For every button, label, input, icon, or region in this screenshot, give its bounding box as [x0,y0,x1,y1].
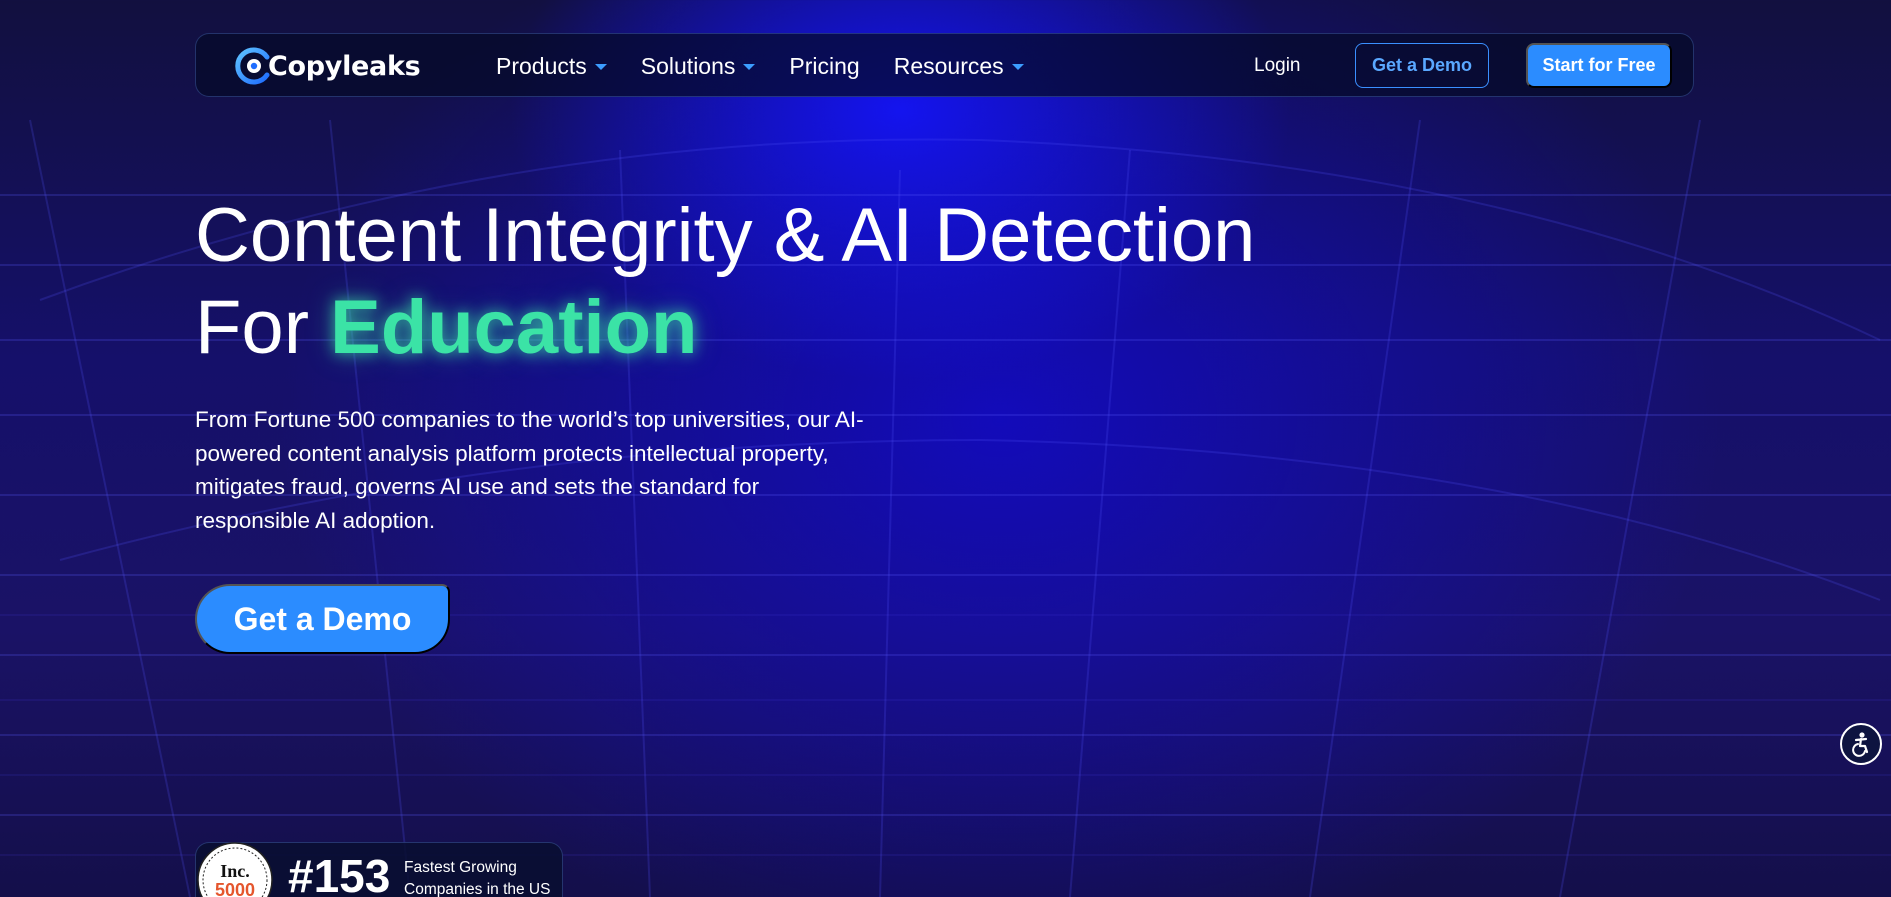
hero-subtitle: From Fortune 500 companies to the world’… [195,407,864,533]
brand-name: Copyleaks [268,50,421,82]
hero-title: Content Integrity & AI Detection For Edu… [195,190,1255,374]
login-link[interactable]: Login [1254,34,1301,98]
seal-5000-text: 5000 [215,880,255,897]
nav-item-label: Pricing [789,52,860,79]
inc5000-badge: Inc. 5000 #153 Fastest Growing Companies… [195,842,563,897]
nav-item-pricing[interactable]: Pricing [789,53,859,80]
nav-item-label: Products [496,52,587,79]
chevron-down-icon [743,64,756,70]
nav-item-solutions[interactable]: Solutions [641,53,756,80]
seal-inc-text: Inc. [220,861,250,881]
hero-title-highlight: Education [330,285,698,370]
accessibility-button[interactable] [1840,723,1882,765]
accessibility-icon [1852,732,1869,757]
nav-item-label: Resources [893,52,1004,79]
rank-description: Fastest Growing Companies in the US [404,859,551,897]
chevron-down-icon [594,64,607,70]
hero-get-demo-button[interactable]: Get a Demo [195,584,450,654]
brand-logo[interactable]: Copyleaks [234,46,421,86]
nav-item-products[interactable]: Products [496,53,607,80]
start-for-free-button[interactable]: Start for Free [1526,43,1672,88]
nav-item-label: Solutions [640,52,736,79]
top-navbar: Copyleaks Products Solutions Pricing Res… [195,33,1694,97]
hero-title-line1: Content Integrity & AI Detection [195,193,1256,278]
chevron-down-icon [1011,64,1024,70]
nav-item-resources[interactable]: Resources [894,53,1024,80]
rank-number: #153 [288,850,391,897]
nav-get-demo-button[interactable]: Get a Demo [1355,43,1489,88]
main-menu: Products Solutions Pricing Resources [496,34,1058,98]
hero-title-line2-prefix: For [195,285,331,370]
inc-5000-seal: Inc. 5000 [197,842,273,897]
